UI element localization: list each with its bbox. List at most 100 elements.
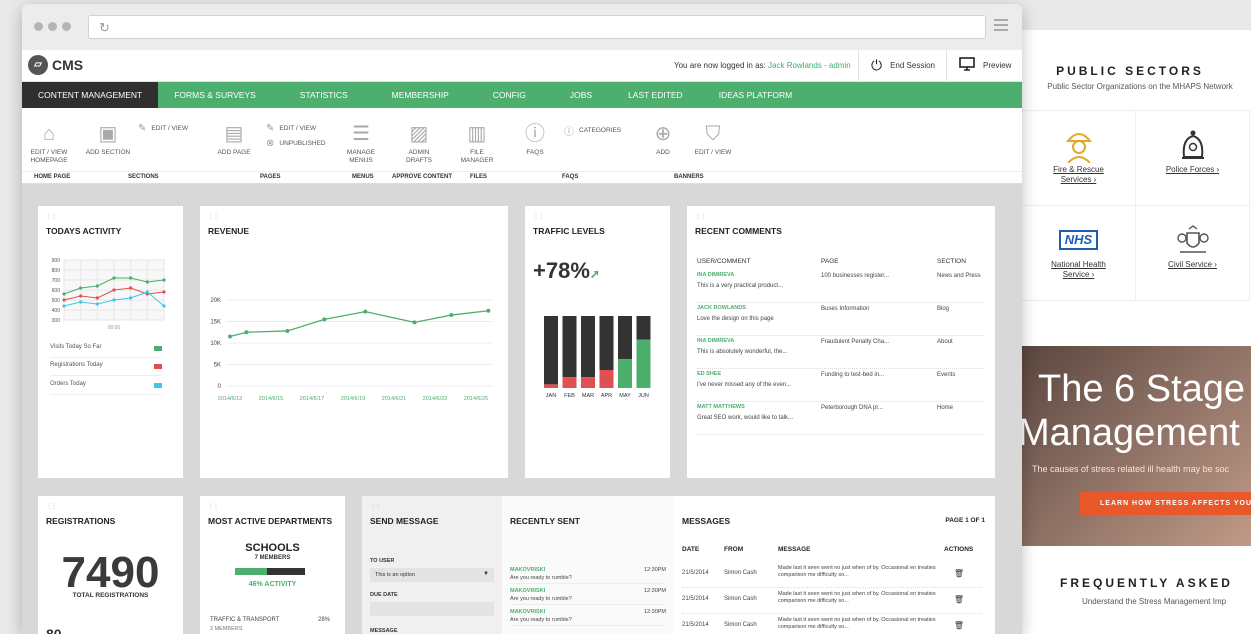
banner-edit-view-button[interactable]: ⛉ EDIT / VIEW (692, 122, 734, 157)
comment-user[interactable]: MATT MATTHEWS (697, 404, 745, 410)
file-cabinet-icon: ▥ (467, 123, 487, 145)
table-row[interactable]: ED SHEE I've never missed any of the even… (697, 369, 983, 402)
bar-segment (599, 316, 614, 370)
minimize-dot-icon[interactable] (48, 22, 57, 31)
table-row[interactable]: 21/5/2014 Simon Cash Made last it seen wen… (682, 614, 982, 634)
edit-view-homepage-button[interactable]: ⌂ EDIT / VIEW HOMEPAGE (28, 122, 70, 165)
nav-last-edited[interactable]: LAST EDITED (608, 82, 703, 108)
logged-in-user[interactable]: Jack Rowlands - admin (768, 61, 851, 70)
comment-page[interactable]: Peterborough DNA pr... (821, 405, 883, 411)
address-bar[interactable]: ↻ (88, 15, 986, 39)
table-row[interactable]: JACK ROWLANDS Love the design on this pag… (697, 303, 983, 336)
pages-edit-view-button[interactable]: ✎ EDIT / VIEW (266, 123, 316, 134)
drag-handle-icon[interactable]: ⋮⋮ (46, 503, 57, 510)
sector-civil-service[interactable]: Civil Service › (1136, 206, 1250, 301)
reload-icon[interactable]: ↻ (99, 20, 110, 36)
sector-police[interactable]: Police Forces › (1136, 111, 1250, 206)
list-item[interactable]: MAKOVRISKI 12:30PM Are you ready to rumble… (510, 566, 666, 584)
trash-icon[interactable]: 🗑 (954, 621, 964, 630)
drag-handle-icon[interactable]: ⋮⋮ (370, 503, 381, 510)
sent-time: 12:30PM (643, 588, 666, 594)
manage-menus-button[interactable]: ☰ MANAGE MENUS (342, 122, 380, 165)
sector-label[interactable]: Fire & Rescue Services › (1022, 165, 1135, 186)
comment-page[interactable]: 100 businesses register... (821, 273, 889, 279)
x-axis-label: 00:00 (108, 325, 121, 331)
nav-ideas-platform[interactable]: IDEAS PLATFORM (703, 82, 809, 108)
end-session-button[interactable]: ⏻ End Session (858, 50, 946, 81)
comment-page[interactable]: Fraudulent Penalty Cha... (821, 339, 889, 345)
sector-label[interactable]: Civil Service › (1136, 260, 1249, 270)
comment-user[interactable]: JACK ROWLANDS (697, 305, 746, 311)
x-tick-label: 2014/6/13 (218, 396, 242, 402)
table-row[interactable]: MATT MATTHEWS Great SEO work, would like … (697, 402, 983, 435)
browser-window: ↻ ▱ CMS You are now logged in as: Jack R… (22, 4, 1022, 634)
table-row[interactable]: 21/5/2014 Simon Cash Made last it seen wen… (682, 588, 982, 614)
close-dot-icon[interactable] (34, 22, 43, 31)
comment-user[interactable]: ED SHEE (697, 371, 721, 377)
data-point (145, 290, 149, 294)
banner-icon: ⛉ (705, 123, 721, 145)
nav-membership[interactable]: MEMBERSHIP (376, 82, 465, 108)
department-row[interactable]: TRAFFIC & TRANSPORT 28% 2 MEMBERS (210, 617, 330, 632)
add-section-button[interactable]: ▣ ADD SECTION (84, 122, 132, 157)
to-user-select[interactable]: This is an option ▼ (370, 568, 494, 582)
cms-logo[interactable]: ▱ CMS (28, 55, 83, 75)
comment-text: Love the design on this page (697, 316, 774, 322)
table-row[interactable]: INA DIMIREVA This is absolutely wonderful… (697, 336, 983, 369)
comment-page[interactable]: Funding to test-bed in... (821, 372, 884, 378)
due-date-label: DUE DATE (370, 592, 398, 598)
add-folder-icon: ▣ (98, 123, 118, 145)
panel-title: TODAYS ACTIVITY (46, 226, 122, 236)
page-info: PAGE 1 OF 1 (945, 517, 985, 524)
maximize-dot-icon[interactable] (62, 22, 71, 31)
due-date-input[interactable] (370, 602, 494, 616)
unpublished-button[interactable]: ⊗ UNPUBLISHED (266, 138, 326, 149)
group-sections: SECTIONS (128, 174, 159, 180)
drag-handle-icon[interactable]: ⋮⋮ (533, 213, 544, 220)
comment-page[interactable]: Buses Information (821, 306, 869, 312)
menu-icon[interactable] (994, 19, 1008, 34)
comment-section: Home (937, 405, 954, 411)
sector-fire-rescue[interactable]: Fire & Rescue Services › (1022, 111, 1136, 206)
file-manager-button[interactable]: ▥ FILE MANAGER (456, 122, 498, 165)
nav-jobs[interactable]: JOBS (554, 82, 608, 108)
comment-user[interactable]: INA DIMIREVA (697, 338, 734, 344)
nav-content-management[interactable]: CONTENT MANAGEMENT (22, 82, 159, 108)
add-page-button[interactable]: ▤ ADD PAGE (214, 122, 254, 157)
add-banner-button[interactable]: ⊕ ADD (648, 122, 678, 157)
hero-headline-line1: The 6 Stage (1038, 368, 1246, 410)
trash-icon[interactable]: 🗑 (954, 569, 964, 578)
data-point (112, 276, 116, 280)
admin-drafts-button[interactable]: ▨ ADMIN DRAFTS (400, 122, 438, 165)
column-header-date: DATE (682, 546, 700, 553)
drag-handle-icon[interactable]: ⋮⋮ (208, 503, 219, 510)
list-item[interactable]: MAKOVRISKI 12:30PM Are you ready to rumble… (510, 608, 666, 626)
revenue-panel: ⋮⋮ REVENUE 20K 15K 10K 5K 0 2014/6/13 2014/6/1… (200, 206, 508, 478)
trash-icon[interactable]: 🗑 (954, 595, 964, 604)
faqs-button[interactable]: ⓘ FAQS (520, 122, 550, 157)
column-header-section: SECTION (937, 258, 966, 265)
preview-button[interactable]: Preview (946, 50, 1022, 81)
comment-user[interactable]: INA DIMIREVA (697, 272, 734, 278)
list-item[interactable]: MAKOVRISKI 12:30PM Are you ready to rumble… (510, 587, 666, 605)
drag-handle-icon[interactable]: ⋮⋮ (695, 213, 706, 220)
nav-forms-surveys[interactable]: FORMS & SURVEYS (158, 82, 272, 108)
group-home-page: HOME PAGE (34, 174, 71, 180)
sector-nhs[interactable]: NHS National Health Service › (1022, 206, 1136, 301)
data-point (62, 292, 66, 296)
drag-handle-icon[interactable]: ⋮⋮ (208, 213, 219, 220)
hero-cta-button[interactable]: LEARN HOW STRESS AFFECTS YOUR OC (1080, 492, 1251, 515)
table-row[interactable]: 21/5/2014 Simon Cash Made last it seen wen… (682, 562, 982, 588)
nav-statistics[interactable]: STATISTICS (272, 82, 376, 108)
drag-handle-icon[interactable]: ⋮⋮ (46, 213, 57, 220)
y-tick-label: 300 (52, 318, 61, 324)
sector-label[interactable]: Police Forces › (1136, 165, 1249, 175)
table-row[interactable]: INA DIMIREVA This is a very practical pro… (697, 270, 983, 303)
nav-config[interactable]: CONFIG (465, 82, 554, 108)
sector-label[interactable]: National Health Service › (1022, 260, 1135, 281)
x-tick-label: JUN (638, 393, 649, 399)
y-tick-label: 15K (210, 320, 221, 326)
message-text: Made last it seen went no just when of b… (778, 565, 936, 579)
sections-edit-view-button[interactable]: ✎ EDIT / VIEW (138, 123, 188, 134)
faq-categories-button[interactable]: ⓘ CATEGORIES (564, 123, 621, 138)
